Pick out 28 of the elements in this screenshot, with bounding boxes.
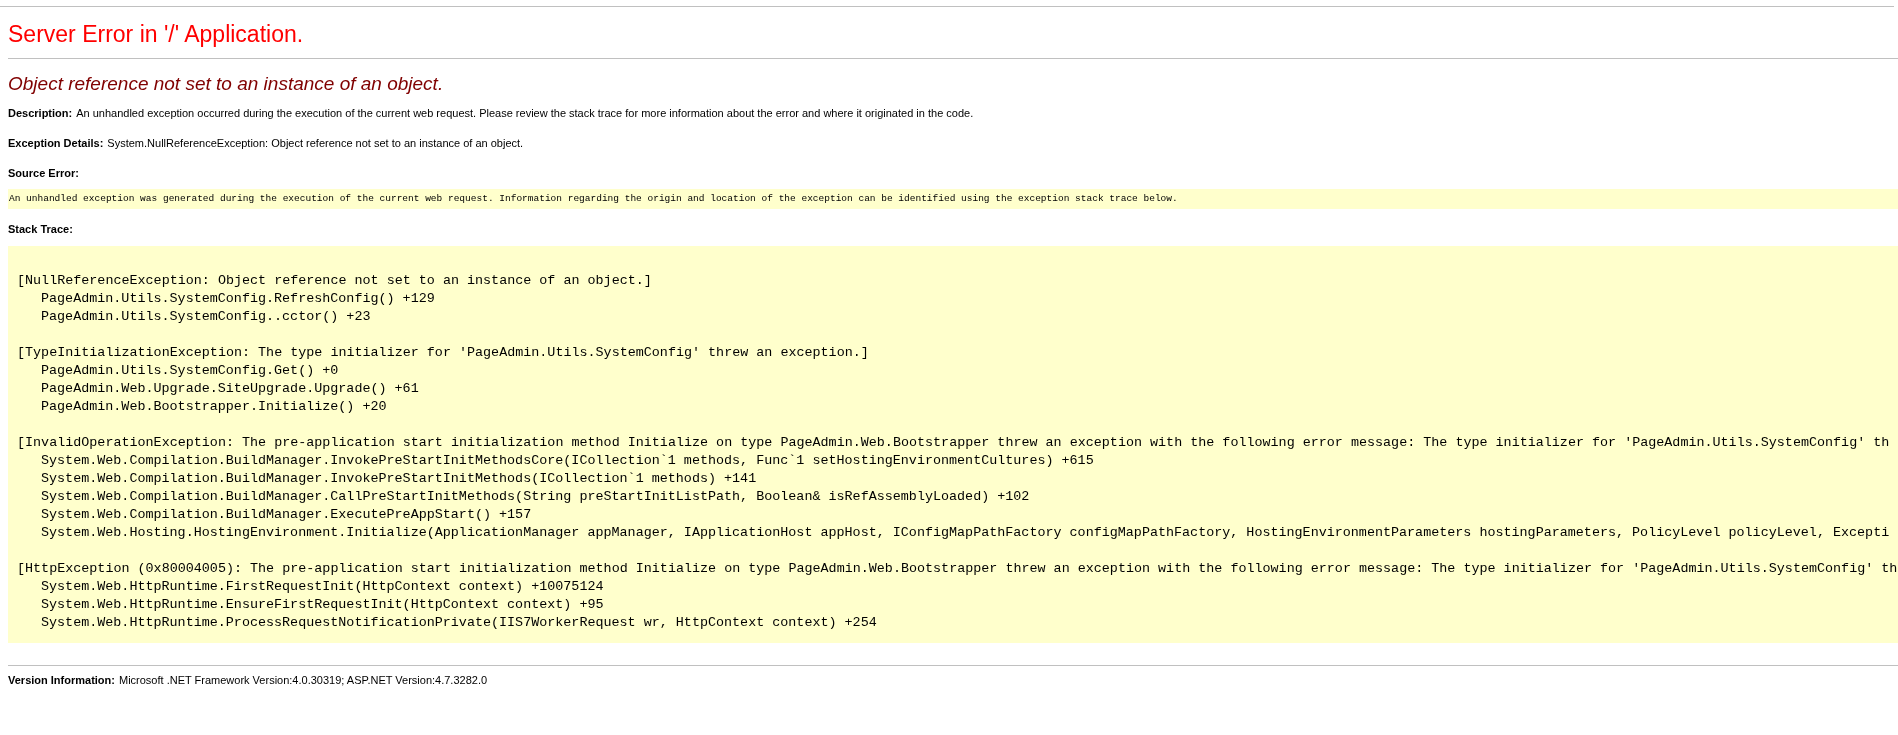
stack-frame: PageAdmin.Utils.SystemConfig.Get() +0 [17,362,339,380]
stack-frame: System.Web.HttpRuntime.EnsureFirstRequestInit(HttpContext context) +95 [17,596,604,614]
stack-frame: System.Web.Hosting.HostingEnvironment.Initialize(ApplicationManager appManager, IApplicationHost appHost, IConfigMapPathFactory configMapPathFactory, HostingEnvironmentParameters hostingParameters, PolicyLevel policyLevel, Excepti [17,524,1890,542]
stack-frame: System.Web.Compilation.BuildManager.InvokePreStartInitMethodsCore(ICollection`1 methods, Func`1 setHostingEnvironmentCultures) +615 [17,452,1094,470]
exception-header: [TypeInitializationException: The type initializer for 'PageAdmin.Utils.SystemConfig' threw an exception.] [17,344,869,362]
stack-frame: System.Web.HttpRuntime.ProcessRequestNotificationPrivate(IIS7WorkerRequest wr, HttpContext context) +254 [17,614,877,632]
version-text: Microsoft .NET Framework Version:4.0.30319; ASP.NET Version:4.7.3282.0 [118,674,488,687]
stack-frame: System.Web.HttpRuntime.FirstRequestInit(HttpContext context) +10075124 [17,578,604,596]
exception-header: [HttpException (0x80004005): The pre-application start initialization method Initialize on type PageAdmin.Web.Bootstrapper threw an exception with the following error message: The type initializer for 'PageAdmin.Utils.SystemConfig' th [17,560,1898,578]
stack-trace-label: Stack Trace: [8,223,73,236]
page-title: Server Error in '/' Application. [8,23,304,46]
exception-header: [InvalidOperationException: The pre-application start initialization method Initialize on type PageAdmin.Web.Bootstrapper threw an exception with the following error message: The type initializer for 'PageAdmin.Utils.SystemConfig' th [17,434,1890,452]
exception-header: [NullReferenceException: Object reference not set to an instance of an object.] [17,272,652,290]
stack-frame: System.Web.Compilation.BuildManager.ExecutePreAppStart() +157 [17,506,532,524]
stack-frame: System.Web.Compilation.BuildManager.CallPreStartInitMethods(String preStartInitListPath, Boolean& isRefAssemblyLoaded) +102 [17,488,1030,506]
description-label: Description: [8,107,73,120]
source-error-text: An unhandled exception was generated during the execution of the current web request. Information regarding the origin and location of the exception can be identified using the exception stack trace below. [9,191,1178,206]
exception-details-text: System.NullReferenceException: Object reference not set to an instance of an object. [107,137,524,150]
error-message: Object reference not set to an instance of an object. [8,74,444,93]
version-label: Version Information: [8,674,115,687]
description-text: An unhandled exception occurred during the execution of the current web request. Please review the stack trace for more information about the error and where it originated in the code. [76,107,974,120]
exception-details-label: Exception Details: [8,137,104,150]
stack-frame: PageAdmin.Utils.SystemConfig.RefreshConfig() +129 [17,290,435,308]
source-error-label: Source Error: [8,167,79,180]
stack-frame: PageAdmin.Web.Bootstrapper.Initialize() +20 [17,398,387,416]
stack-frame: PageAdmin.Web.Upgrade.SiteUpgrade.Upgrade() +61 [17,380,419,398]
stack-frame: System.Web.Compilation.BuildManager.InvokePreStartInitMethods(ICollection`1 methods) +141 [17,470,757,488]
stack-frame: PageAdmin.Utils.SystemConfig..cctor() +23 [17,308,371,326]
